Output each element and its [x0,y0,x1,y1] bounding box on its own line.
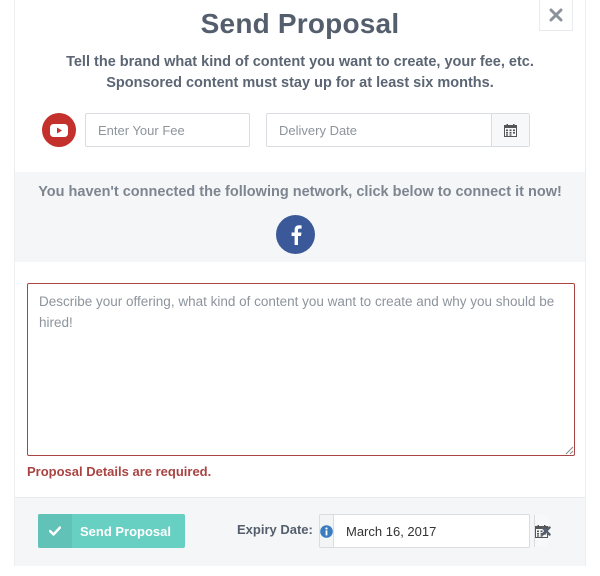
clear-expiry-button[interactable] [538,522,554,540]
info-icon [320,515,334,547]
delivery-date-input[interactable] [267,114,491,146]
send-proposal-label: Send Proposal [79,523,172,539]
modal-footer: Send Proposal Expiry Date: [15,497,585,566]
check-icon [38,514,72,548]
connect-message: You haven't connected the following netw… [38,184,562,200]
fee-input[interactable] [85,113,250,147]
subtitle-line-2: Sponsored content must stay up for at le… [106,75,494,91]
delivery-date-group [266,113,530,147]
resize-grip-icon[interactable] [565,446,574,455]
details-error-message: Proposal Details are required. [27,464,212,479]
expiry-date-input[interactable] [334,515,534,547]
subtitle-line-1: Tell the brand what kind of content you … [66,54,534,70]
connect-facebook-button[interactable] [276,215,315,254]
connect-network-panel: You haven't connected the following netw… [15,172,585,262]
delivery-calendar-button[interactable] [491,114,529,146]
expiry-date-label: Expiry Date: [237,522,313,537]
youtube-icon [42,113,76,147]
modal-subtitle: Tell the brand what kind of content you … [15,52,585,94]
close-icon [541,526,551,536]
proposal-details-textarea[interactable] [27,283,575,456]
send-proposal-modal: Send Proposal Tell the brand what kind o… [14,0,586,566]
facebook-icon [291,224,302,245]
modal-title: Send Proposal [200,8,400,39]
send-proposal-button[interactable]: Send Proposal [38,514,185,548]
calendar-icon [504,123,517,137]
expiry-date-group [319,514,548,548]
